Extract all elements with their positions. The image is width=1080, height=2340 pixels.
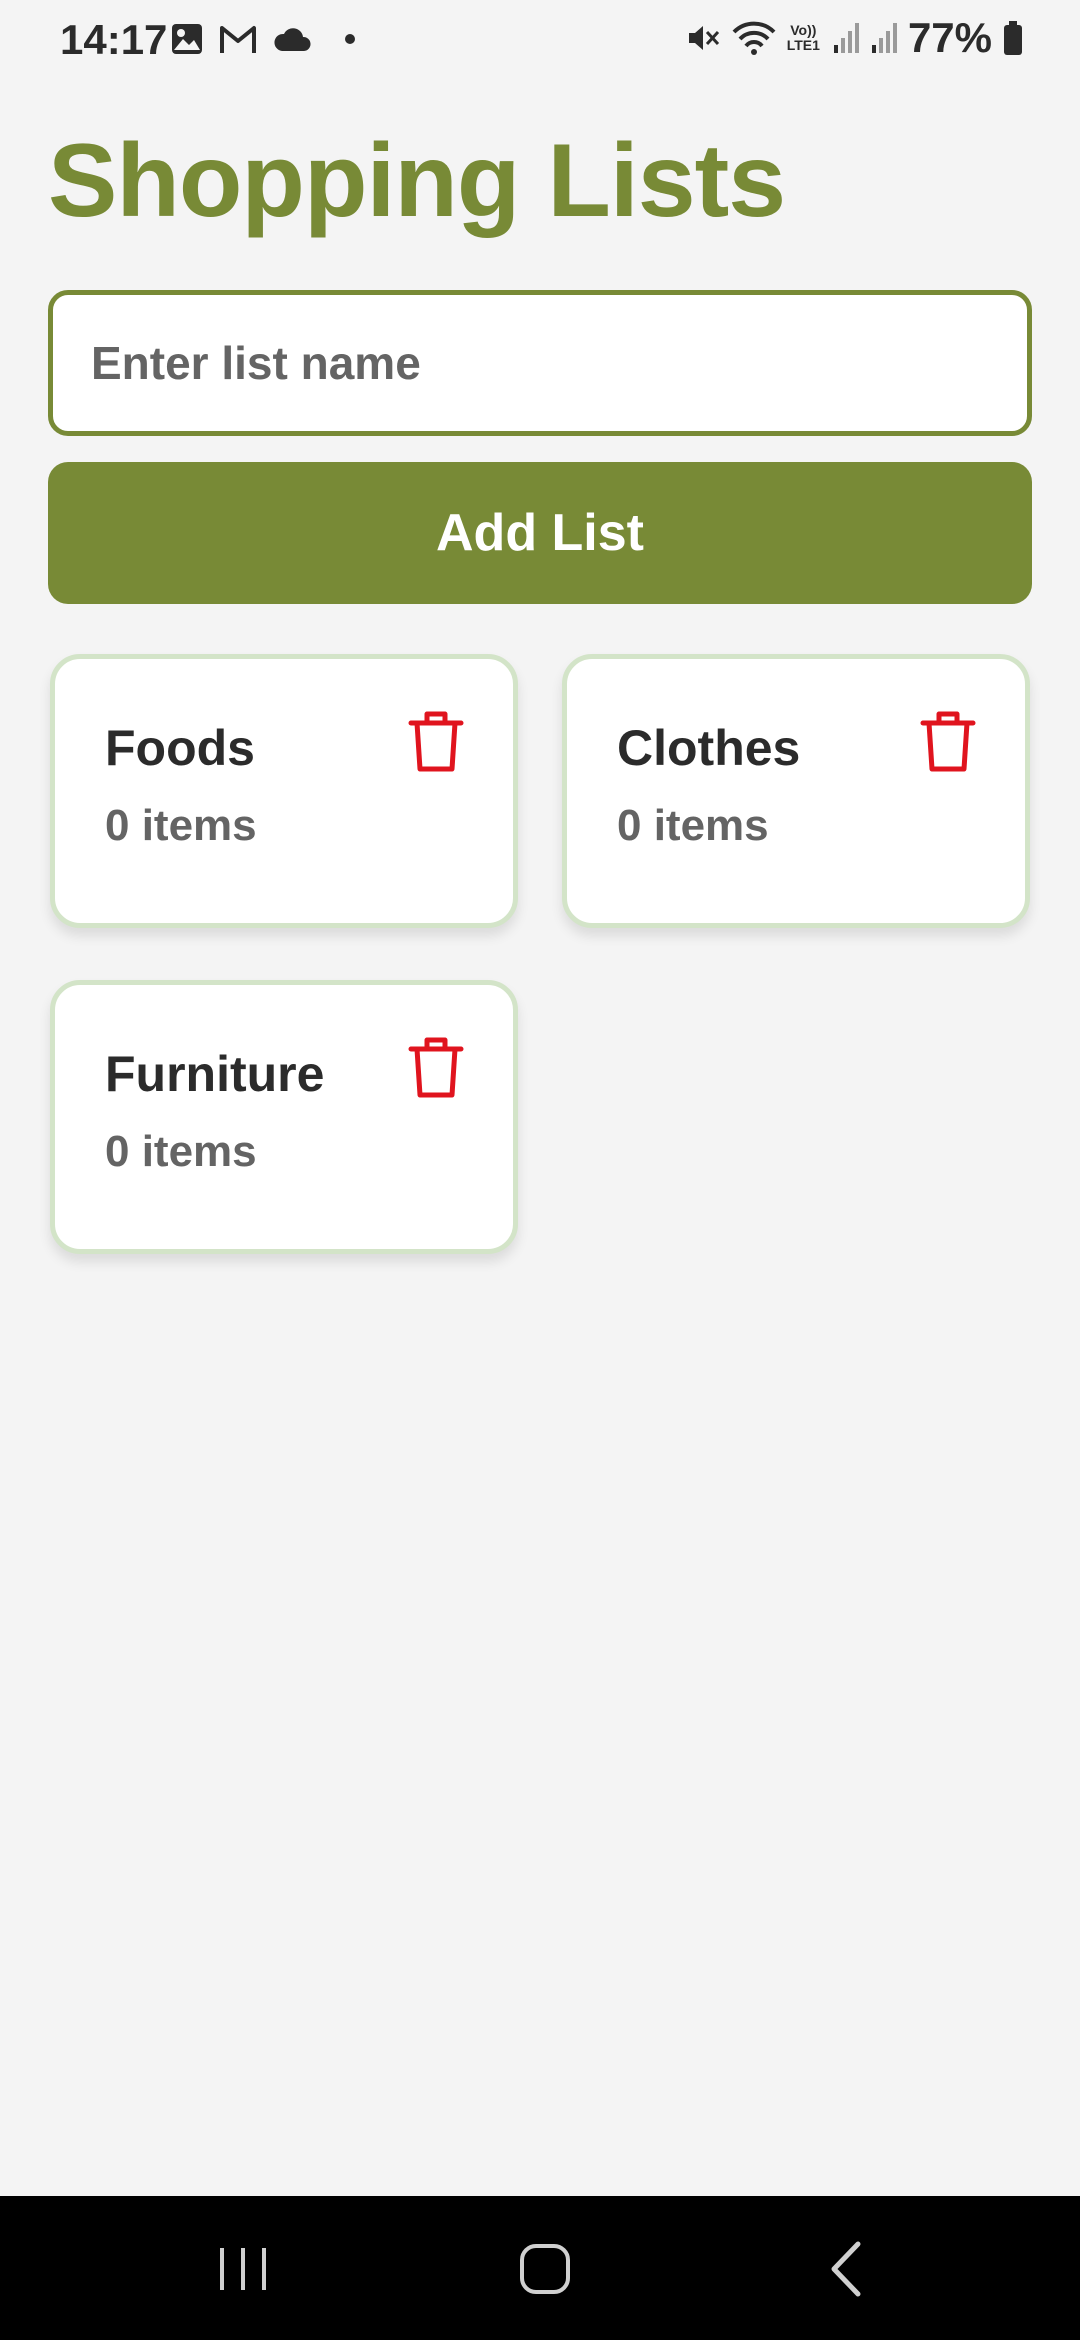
wifi-icon: [732, 21, 776, 55]
cloud-icon: [274, 28, 311, 51]
list-card[interactable]: Furniture 0 items: [50, 980, 518, 1254]
delete-icon[interactable]: [407, 709, 465, 773]
signal-icon: [833, 23, 859, 53]
status-bar: 14:17 Vo)) LTE1 77%: [0, 0, 1080, 80]
back-icon[interactable]: [812, 2236, 882, 2302]
recents-icon[interactable]: [208, 2236, 278, 2302]
battery-percent: 77%: [907, 14, 992, 61]
list-name: Foods: [105, 720, 255, 776]
list-name: Furniture: [105, 1046, 325, 1102]
screen: 14:17 Vo)) LTE1 77% Shopping Lists Enter…: [0, 0, 1080, 2340]
signal-icon-2: [871, 23, 897, 53]
status-system-icons: Vo)) LTE1 77%: [685, 14, 1024, 62]
mute-icon: [688, 26, 719, 50]
list-card[interactable]: Foods 0 items: [50, 654, 518, 928]
item-count: 0 items: [105, 1127, 257, 1176]
item-count: 0 items: [105, 801, 257, 850]
gallery-icon: [172, 24, 202, 54]
dot-icon: [345, 34, 355, 44]
list-name: Clothes: [617, 720, 801, 776]
page-title: Shopping Lists: [48, 123, 786, 239]
volte-top: Vo)): [790, 22, 817, 38]
home-icon[interactable]: [510, 2236, 580, 2302]
delete-icon[interactable]: [407, 1035, 465, 1099]
status-time: 14:17: [60, 16, 168, 63]
status-notification-icons: [170, 22, 366, 56]
gmail-icon: [220, 26, 256, 53]
navigation-bar: [0, 2196, 1080, 2340]
volte-label: Vo)) LTE1: [787, 23, 820, 53]
item-count: 0 items: [617, 801, 769, 850]
volte-bottom: LTE1: [786, 37, 820, 53]
list-card[interactable]: Clothes 0 items: [562, 654, 1030, 928]
delete-icon[interactable]: [919, 709, 977, 773]
list-name-input[interactable]: [48, 290, 1032, 436]
battery-icon: [1004, 21, 1022, 55]
add-list-button[interactable]: Add List: [48, 462, 1032, 604]
